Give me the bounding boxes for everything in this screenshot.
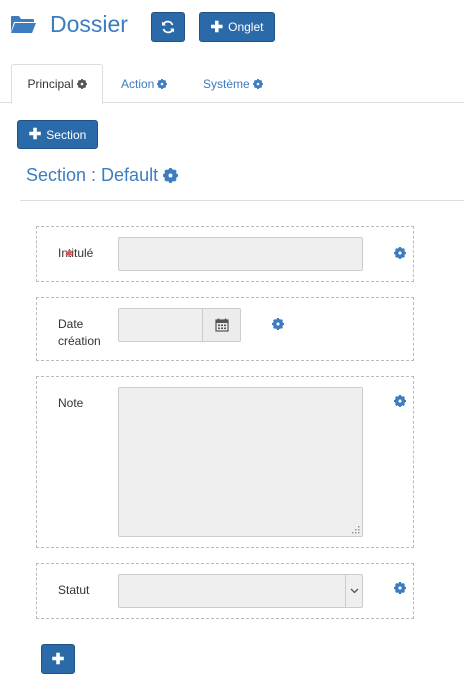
gear-icon (252, 78, 263, 89)
section-title-text: Section : Default (26, 165, 159, 185)
tab-systeme-label: Système (203, 76, 250, 91)
field-statut: Statut (36, 563, 414, 619)
refresh-button[interactable] (151, 12, 185, 42)
gear-icon (76, 79, 87, 89)
note-textarea[interactable] (118, 387, 363, 537)
add-field-button[interactable]: ✚ (41, 644, 75, 674)
resize-handle-icon[interactable] (352, 526, 360, 534)
page-title: Dossier (50, 11, 128, 37)
plus-icon: ✚ (28, 126, 42, 143)
section-title: Section : Default (26, 165, 179, 186)
add-tab-label: Onglet (228, 20, 264, 34)
tab-principal[interactable]: Principal (11, 64, 103, 104)
gear-icon[interactable] (394, 395, 406, 407)
gear-icon[interactable] (394, 582, 406, 594)
date-creation-label-line2: création (58, 334, 101, 348)
date-creation-label: Date création (58, 316, 101, 350)
tab-principal-label: Principal (27, 77, 74, 91)
refresh-icon (162, 20, 174, 34)
tab-action[interactable]: Action (121, 64, 168, 103)
folder-open-icon (11, 16, 36, 33)
gear-icon[interactable] (272, 318, 284, 330)
tab-systeme[interactable]: Système (203, 64, 263, 103)
plus-icon: ✚ (51, 650, 65, 668)
calendar-icon (214, 318, 229, 332)
gear-icon[interactable] (394, 247, 406, 259)
gear-icon[interactable] (163, 168, 179, 183)
gear-icon (157, 78, 168, 89)
tab-bar: Principal Action Système (0, 64, 464, 104)
chevron-down-icon (345, 575, 362, 607)
intitule-label: Intitulé (58, 246, 94, 260)
statut-select[interactable] (118, 574, 363, 608)
statut-label: Statut (58, 583, 90, 597)
add-section-button[interactable]: ✚ Section (17, 120, 98, 149)
add-tab-button[interactable]: ✚ Onglet (199, 12, 275, 42)
required-marker: ✱ (65, 249, 74, 260)
field-date-creation: Date création (36, 297, 414, 361)
section-divider (20, 200, 464, 201)
field-intitule: Intitulé ✱ (36, 226, 414, 282)
date-creation-label-line1: Date (58, 317, 84, 331)
intitule-input[interactable] (118, 237, 363, 271)
note-label: Note (58, 396, 84, 410)
field-note: Note (36, 376, 414, 548)
calendar-button[interactable] (203, 308, 241, 342)
date-creation-input[interactable] (118, 308, 203, 342)
tab-action-label: Action (121, 76, 155, 91)
add-section-label: Section (46, 127, 87, 142)
plus-icon: ✚ (210, 18, 224, 36)
